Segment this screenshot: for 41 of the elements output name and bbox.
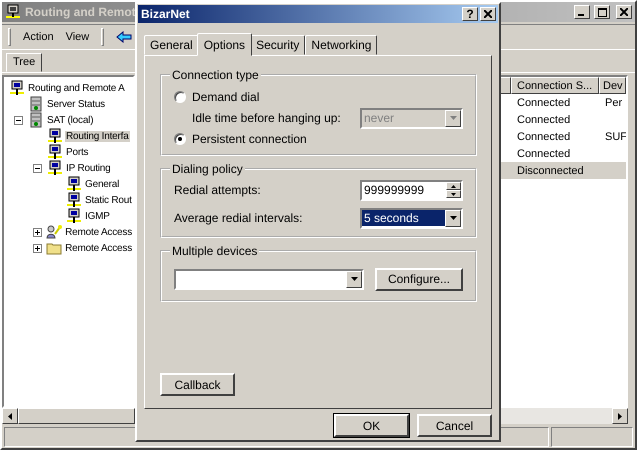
table-cell: Connected bbox=[517, 96, 570, 108]
configure-button[interactable]: Configure... bbox=[375, 268, 463, 290]
spin-field[interactable]: 999999999 bbox=[360, 180, 463, 200]
tree-tab[interactable]: Tree bbox=[6, 53, 42, 72]
dialog-button[interactable]: Cancel bbox=[417, 414, 492, 437]
field-label: Redial attempts: bbox=[174, 183, 261, 197]
tree-item[interactable]: Ports bbox=[65, 146, 90, 158]
window-title: Routing and Remot bbox=[25, 5, 136, 19]
table-cell: Disconnected bbox=[517, 164, 584, 176]
radio-label: Demand dial bbox=[192, 90, 260, 104]
table-cell: Connected bbox=[517, 130, 570, 142]
tree-item[interactable]: Remote Access bbox=[64, 226, 133, 238]
tab[interactable]: Security bbox=[250, 35, 306, 55]
callback-button[interactable]: Callback bbox=[160, 373, 235, 396]
menu-item[interactable]: Action bbox=[23, 31, 54, 43]
tree-item[interactable]: Routing and Remote A bbox=[27, 82, 126, 94]
tree-item[interactable]: IP Routing bbox=[65, 162, 112, 174]
menu-item[interactable]: View bbox=[66, 31, 90, 43]
column-header[interactable]: Connection S... bbox=[511, 77, 599, 94]
tree-item[interactable]: Remote Access bbox=[64, 242, 133, 254]
group-title: Multiple devices bbox=[171, 244, 258, 258]
dialog-button[interactable]: OK bbox=[334, 414, 409, 437]
column-header[interactable]: Dev bbox=[599, 77, 626, 94]
dialog-title: BizarNet bbox=[141, 7, 190, 21]
dropdown[interactable]: 5 seconds bbox=[360, 208, 463, 228]
tree-item[interactable]: IGMP bbox=[84, 210, 111, 222]
group-title: Dialing policy bbox=[171, 162, 244, 176]
tree-item[interactable]: Server Status bbox=[46, 98, 106, 110]
tree-item[interactable]: SAT (local) bbox=[46, 114, 94, 126]
table-cell: Connected bbox=[517, 148, 570, 160]
tree-item[interactable]: Routing Interfa bbox=[65, 130, 130, 142]
group-title: Connection type bbox=[171, 68, 260, 82]
tab[interactable]: Networking bbox=[305, 35, 378, 55]
help-button[interactable]: ? bbox=[462, 7, 478, 21]
field-label: Idle time before hanging up: bbox=[192, 111, 341, 125]
tree-item[interactable]: Static Rout bbox=[84, 194, 133, 206]
radio-label: Persistent connection bbox=[192, 132, 307, 146]
table-cell: Per bbox=[605, 96, 622, 108]
tab[interactable]: Options bbox=[196, 33, 252, 56]
tree-item[interactable]: General bbox=[84, 178, 120, 190]
field-label: Average redial intervals: bbox=[174, 211, 303, 225]
